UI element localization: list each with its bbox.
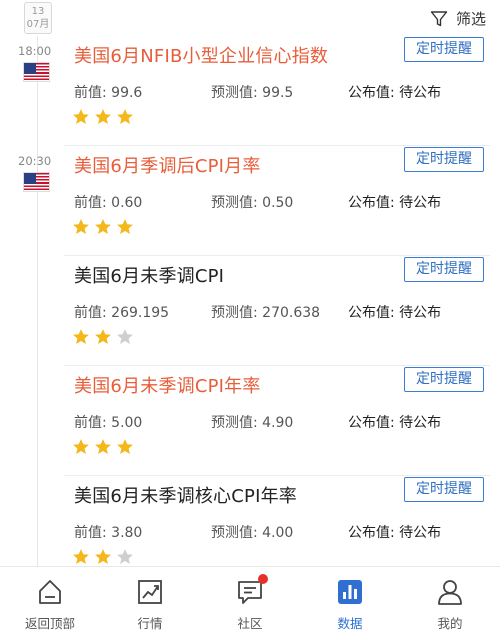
chart-icon	[138, 580, 162, 604]
importance-stars	[72, 548, 134, 566]
star-filled-icon	[73, 549, 89, 565]
event-title: 美国6月未季调核心CPI年率	[74, 486, 297, 507]
previous-value: 前值: 5.00	[74, 415, 143, 431]
remind-button[interactable]: 定时提醒	[404, 147, 484, 172]
star-filled-icon	[95, 219, 111, 235]
event-item[interactable]: 美国6月未季调CPI 定时提醒 前值: 269.195 预测值: 270.638…	[64, 256, 490, 366]
date-month: 07月	[26, 19, 50, 30]
event-item[interactable]: 美国6月NFIB小型企业信心指数 定时提醒 前值: 99.6 预测值: 99.5…	[64, 36, 490, 146]
previous-value: 前值: 0.60	[74, 195, 143, 211]
bar-chart-icon	[338, 580, 362, 604]
star-empty-icon	[117, 329, 133, 345]
user-icon	[438, 580, 462, 605]
importance-stars	[72, 328, 134, 346]
us-flag-icon	[23, 62, 50, 82]
filter-icon	[430, 10, 448, 26]
timeline-line	[37, 36, 38, 576]
top-bar: 13 07月 筛选	[0, 0, 500, 36]
star-filled-icon	[73, 329, 89, 345]
star-filled-icon	[117, 439, 133, 455]
home-icon	[39, 580, 61, 604]
star-filled-icon	[73, 219, 89, 235]
previous-value: 前值: 3.80	[74, 525, 143, 541]
star-filled-icon	[117, 109, 133, 125]
forecast-value: 预测值: 4.00	[211, 525, 294, 541]
bottom-tab-bar: 返回顶部 行情 社区 数据 我的	[0, 566, 500, 632]
star-filled-icon	[73, 439, 89, 455]
event-item[interactable]: 美国6月季调后CPI月率 定时提醒 前值: 0.60 预测值: 0.50 公布值…	[64, 146, 490, 256]
tab-back-to-top[interactable]: 返回顶部	[0, 567, 100, 632]
forecast-value: 预测值: 4.90	[211, 415, 294, 431]
star-filled-icon	[95, 439, 111, 455]
date-badge: 13 07月	[24, 2, 52, 34]
previous-value: 前值: 99.6	[74, 85, 143, 101]
actual-value: 公布值: 待公布	[348, 415, 442, 431]
us-flag-icon	[23, 172, 50, 192]
previous-value: 前值: 269.195	[74, 305, 170, 321]
forecast-value: 预测值: 0.50	[211, 195, 294, 211]
filter-button[interactable]: 筛选	[430, 8, 486, 29]
tab-label: 行情	[137, 616, 163, 631]
remind-button[interactable]: 定时提醒	[404, 367, 484, 392]
star-empty-icon	[117, 549, 133, 565]
tab-community[interactable]: 社区	[200, 567, 300, 632]
time-label: 18:00	[18, 44, 52, 58]
tab-profile[interactable]: 我的	[400, 567, 500, 632]
importance-stars	[72, 218, 134, 236]
tab-market[interactable]: 行情	[100, 567, 200, 632]
notification-dot	[258, 574, 268, 584]
star-filled-icon	[117, 219, 133, 235]
time-label: 20:30	[18, 154, 52, 168]
star-filled-icon	[95, 109, 111, 125]
forecast-value: 预测值: 270.638	[211, 305, 321, 321]
tab-data[interactable]: 数据	[300, 567, 400, 632]
tab-label: 数据	[337, 616, 363, 631]
star-filled-icon	[95, 329, 111, 345]
tab-label: 我的	[437, 616, 463, 631]
tab-label: 返回顶部	[24, 616, 75, 631]
event-item[interactable]: 美国6月未季调CPI年率 定时提醒 前值: 5.00 预测值: 4.90 公布值…	[64, 366, 490, 476]
event-title: 美国6月NFIB小型企业信心指数	[74, 46, 329, 67]
importance-stars	[72, 438, 134, 456]
remind-button[interactable]: 定时提醒	[404, 477, 484, 502]
actual-value: 公布值: 待公布	[348, 85, 442, 101]
remind-button[interactable]: 定时提醒	[404, 257, 484, 282]
actual-value: 公布值: 待公布	[348, 195, 442, 211]
remind-button[interactable]: 定时提醒	[404, 37, 484, 62]
event-title: 美国6月未季调CPI年率	[74, 376, 261, 397]
forecast-value: 预测值: 99.5	[211, 85, 294, 101]
star-filled-icon	[95, 549, 111, 565]
tab-label: 社区	[237, 616, 263, 631]
star-filled-icon	[73, 109, 89, 125]
actual-value: 公布值: 待公布	[348, 305, 442, 321]
event-title: 美国6月季调后CPI月率	[74, 156, 261, 177]
actual-value: 公布值: 待公布	[348, 525, 442, 541]
event-title: 美国6月未季调CPI	[74, 266, 225, 287]
importance-stars	[72, 108, 134, 126]
filter-label: 筛选	[455, 10, 486, 28]
date-day: 13	[31, 6, 45, 17]
